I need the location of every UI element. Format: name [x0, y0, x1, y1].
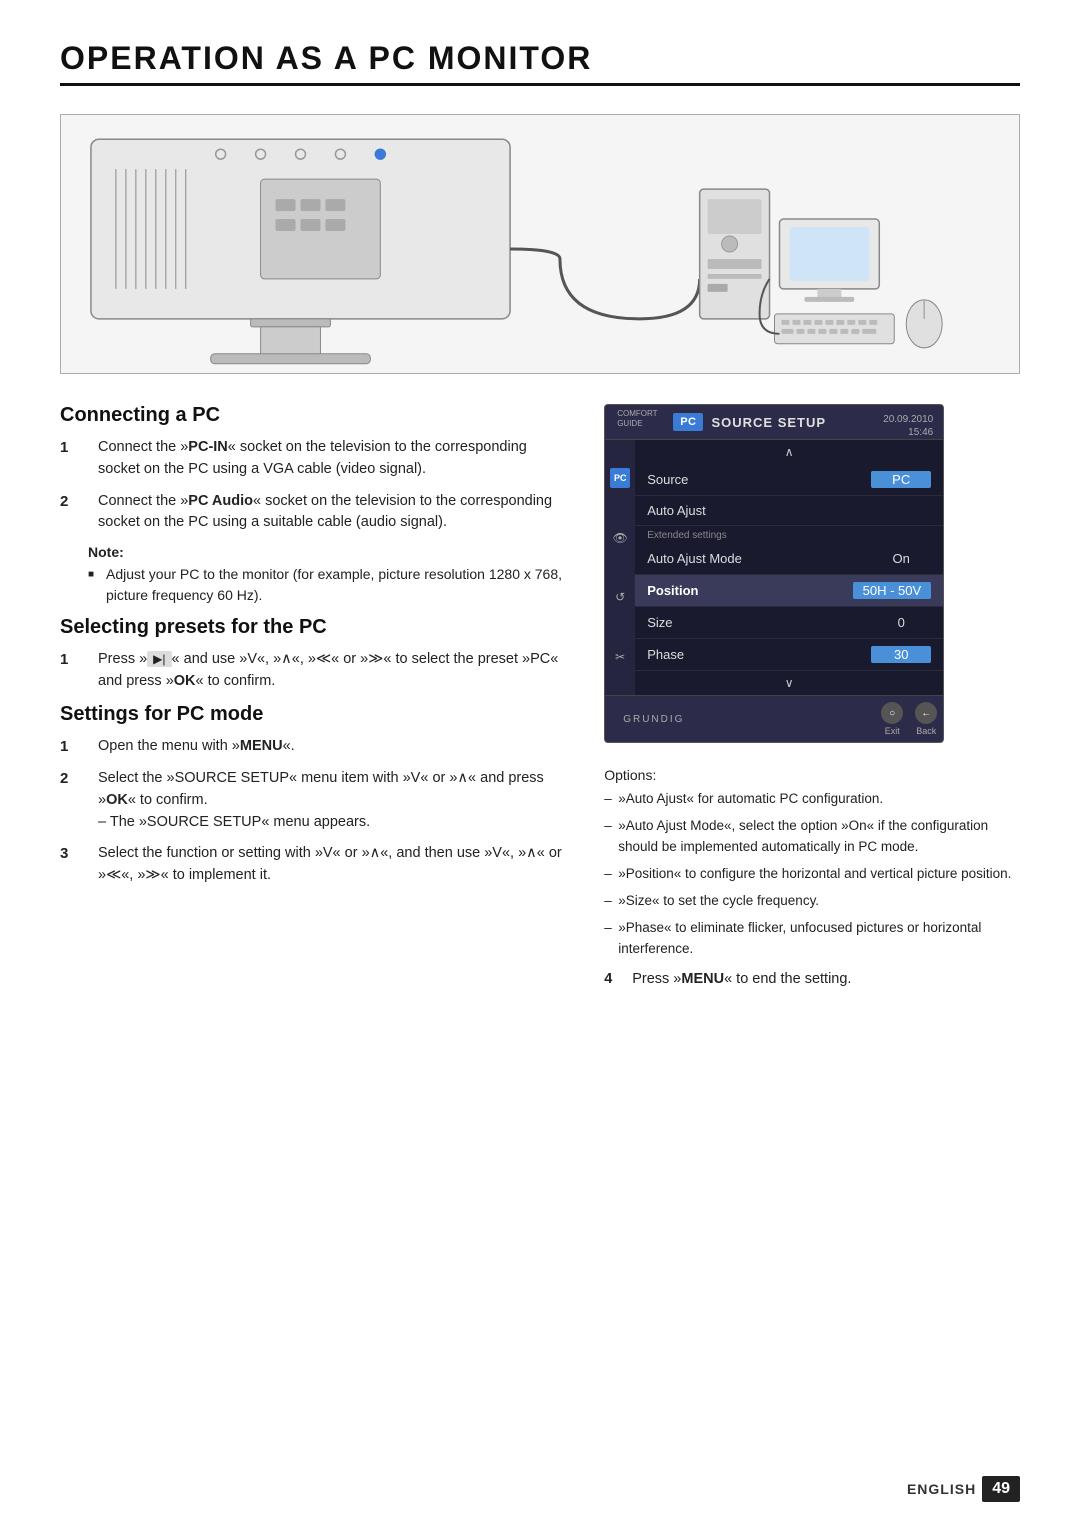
connecting-pc-steps: Connect the »PC-IN« socket on the televi…	[60, 437, 568, 534]
settings-step-2: Select the »SOURCE SETUP« menu item with…	[60, 768, 568, 833]
right-column: COMFORTGUIDE PC SOURCE SETUP 20.09.2010 …	[604, 404, 1020, 991]
option-phase: »Phase« to eliminate flicker, unfocused …	[604, 918, 1020, 960]
selecting-presets-heading: Selecting presets for the PC	[60, 616, 568, 639]
osd-pc-icon: PC	[673, 413, 703, 431]
options-list: »Auto Ajust« for automatic PC configurat…	[604, 789, 1020, 959]
settings-pc-heading: Settings for PC mode	[60, 703, 568, 726]
connecting-pc-section: Connecting a PC Connect the »PC-IN« sock…	[60, 404, 568, 606]
osd-extended-label: Extended settings	[635, 526, 943, 543]
note-list: Adjust your PC to the monitor (for examp…	[88, 564, 568, 606]
osd-screen: COMFORTGUIDE PC SOURCE SETUP 20.09.2010 …	[604, 404, 944, 743]
footer-language: ENGLISH	[907, 1481, 976, 1497]
page-footer: ENGLISH 49	[907, 1476, 1020, 1502]
osd-back-btn: ← Back	[915, 702, 937, 736]
selecting-presets-steps: Press »▶|« and use »V«, »∧«, »≪« or »≫« …	[60, 649, 568, 693]
page-title: OPERATION AS A PC MONITOR	[60, 40, 1020, 86]
options-section: Options: »Auto Ajust« for automatic PC c…	[604, 767, 1020, 991]
osd-body: PC 👁 ↺ ✂ ∧ Source PC Auto Ajust	[605, 440, 943, 695]
settings-step-3: Select the function or setting with »V« …	[60, 843, 568, 887]
left-column: Connecting a PC Connect the »PC-IN« sock…	[60, 404, 568, 991]
main-content: Connecting a PC Connect the »PC-IN« sock…	[60, 404, 1020, 991]
option-auto-ajust-mode: »Auto Ajust Mode«, select the option »On…	[604, 816, 1020, 858]
osd-row-phase: Phase 30	[635, 639, 943, 671]
osd-pc-sidebar-icon: PC	[610, 468, 630, 488]
osd-content: ∧ Source PC Auto Ajust Extended settings	[635, 440, 943, 695]
option-position: »Position« to configure the horizontal a…	[604, 864, 1020, 885]
osd-tools-icon: ✂	[610, 647, 630, 667]
option-size: »Size« to set the cycle frequency.	[604, 891, 1020, 912]
selecting-presets-section: Selecting presets for the PC Press »▶|« …	[60, 616, 568, 693]
osd-eye-icon: 👁	[610, 528, 630, 548]
footer-page-number: 49	[982, 1476, 1020, 1502]
diagram-image	[60, 114, 1020, 374]
note-item: Adjust your PC to the monitor (for examp…	[88, 564, 568, 606]
connecting-step-2: Connect the »PC Audio« socket on the tel…	[60, 491, 568, 535]
settings-pc-section: Settings for PC mode Open the menu with …	[60, 703, 568, 887]
osd-row-position: Position 50H - 50V	[635, 575, 943, 607]
osd-rotate-icon: ↺	[610, 587, 630, 607]
osd-row-auto-ajust-mode: Auto Ajust Mode On	[635, 543, 943, 575]
settings-step-1: Open the menu with »MENU«.	[60, 736, 568, 759]
osd-footer: GRUNDIG ○ Exit ← Back	[605, 695, 943, 742]
osd-timestamp: 20.09.2010 15:46	[883, 413, 933, 439]
osd-nav-down: ∨	[635, 671, 943, 695]
settings-pc-steps: Open the menu with »MENU«. Select the »S…	[60, 736, 568, 887]
options-label: Options:	[604, 767, 1020, 783]
osd-header: COMFORTGUIDE PC SOURCE SETUP 20.09.2010 …	[605, 405, 943, 440]
connecting-pc-heading: Connecting a PC	[60, 404, 568, 427]
selecting-step-1: Press »▶|« and use »V«, »∧«, »≪« or »≫« …	[60, 649, 568, 693]
osd-source-setup-title: SOURCE SETUP	[711, 415, 826, 430]
osd-row-auto-ajust: Auto Ajust	[635, 496, 943, 526]
grundig-logo: GRUNDIG	[611, 711, 696, 728]
osd-row-size: Size 0	[635, 607, 943, 639]
bottom-step-4: 4 Press »MENU« to end the setting.	[604, 969, 1020, 991]
connecting-step-1: Connect the »PC-IN« socket on the televi…	[60, 437, 568, 481]
osd-sidebar: PC 👁 ↺ ✂	[605, 440, 635, 695]
osd-nav-up: ∧	[635, 440, 943, 464]
option-auto-ajust: »Auto Ajust« for automatic PC configurat…	[604, 789, 1020, 810]
osd-exit-btn: ○ Exit	[881, 702, 903, 736]
note-box: Note: Adjust your PC to the monitor (for…	[88, 544, 568, 606]
osd-row-source: Source PC	[635, 464, 943, 496]
